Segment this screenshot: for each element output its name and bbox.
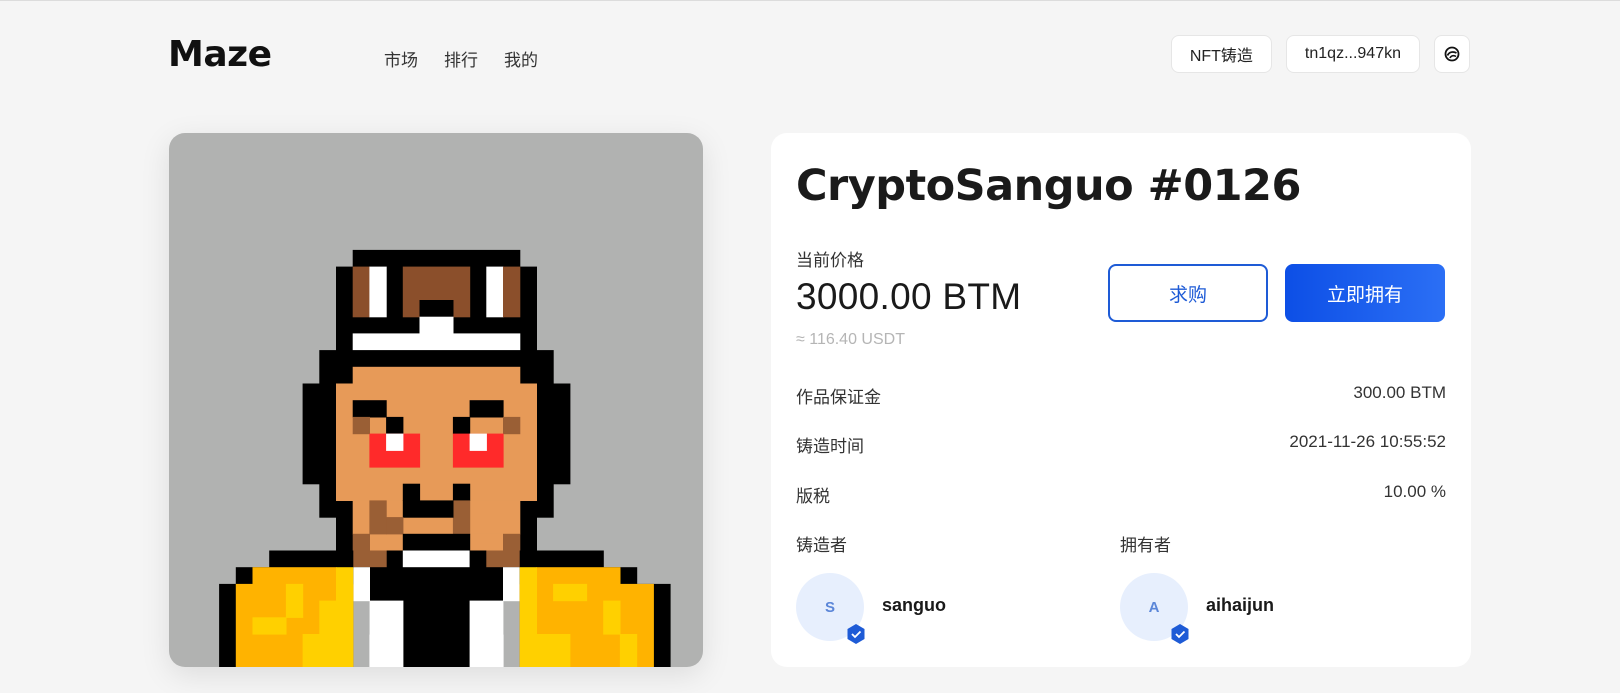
detail-label: 作品保证金 (796, 388, 881, 407)
globe-swirl-icon (1444, 46, 1460, 62)
nft-mint-button[interactable]: NFT铸造 (1170, 35, 1272, 73)
pixel-warlord-avatar (219, 249, 671, 667)
owner-avatar[interactable]: A (1120, 573, 1189, 644)
detail-label: 铸造时间 (796, 437, 864, 456)
nav-item-mine[interactable]: 我的 (504, 46, 538, 71)
detail-value: 2021-11-26 10:55:52 (1289, 432, 1446, 451)
creator-label: 铸造者 (796, 536, 847, 555)
detail-row-deposit: 作品保证金 300.00 BTM (796, 383, 1446, 408)
main-nav: 市场 排行 我的 (384, 46, 538, 71)
bid-button[interactable]: 求购 (1108, 264, 1268, 322)
detail-label: 版税 (796, 487, 830, 506)
nav-item-ranking[interactable]: 排行 (444, 46, 478, 71)
detail-value: 10.00 % (1383, 482, 1446, 501)
buy-now-button[interactable]: 立即拥有 (1285, 264, 1445, 322)
verified-badge-icon (847, 624, 865, 644)
detail-value: 300.00 BTM (1353, 383, 1446, 402)
avatar-initial: S (824, 598, 835, 616)
logo[interactable]: Maze (168, 34, 272, 75)
price-value: 3000.00 BTM (796, 276, 1022, 317)
language-button[interactable] (1434, 35, 1470, 73)
detail-row-royalty: 版税 10.00 % (796, 482, 1446, 507)
nft-title: CryptoSanguo #0126 (796, 161, 1301, 211)
nav-item-market[interactable]: 市场 (384, 46, 418, 71)
verified-badge-icon (1171, 624, 1189, 644)
detail-row-mint-time: 铸造时间 2021-11-26 10:55:52 (796, 432, 1446, 457)
creator-avatar[interactable]: S (796, 573, 865, 644)
wallet-address-button[interactable]: tn1qz...947kn (1285, 35, 1420, 73)
nft-image (169, 133, 703, 667)
price-label: 当前价格 (796, 251, 864, 270)
owner-name[interactable]: aihaijun (1206, 595, 1274, 616)
creator-name[interactable]: sanguo (882, 595, 946, 616)
owner-label: 拥有者 (1120, 536, 1171, 555)
header-actions: NFT铸造 tn1qz...947kn (1170, 35, 1470, 73)
nft-detail-panel: CryptoSanguo #0126 当前价格 3000.00 BTM ≈ 11… (771, 133, 1471, 667)
top-divider (0, 0, 1620, 1)
price-usdt: ≈ 116.40 USDT (796, 331, 905, 348)
avatar-initial: A (1148, 598, 1160, 616)
